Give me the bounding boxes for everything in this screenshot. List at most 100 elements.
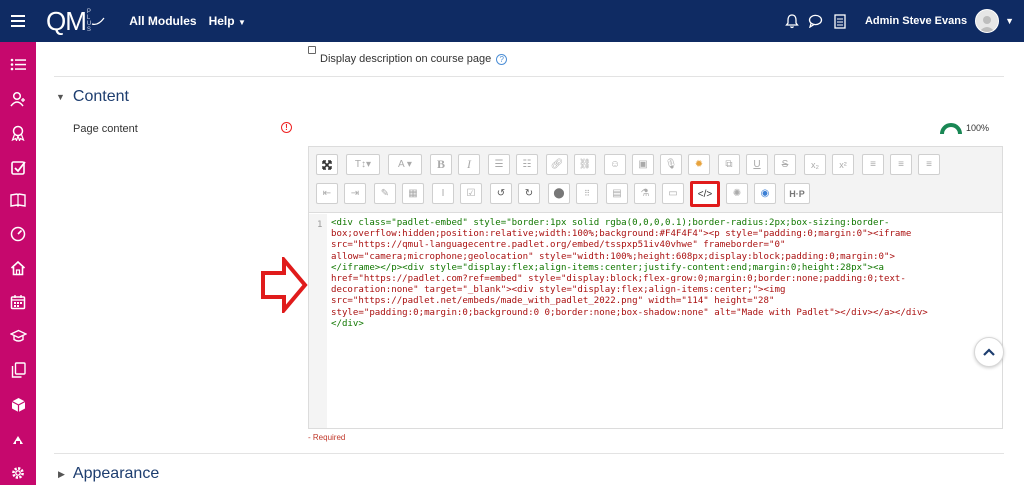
align-center-button[interactable]: ≡ <box>890 154 912 175</box>
paragraph-style-button[interactable]: T↕▾ <box>346 154 380 175</box>
numbered-list-button[interactable]: ☷ <box>516 154 538 175</box>
calculator-button[interactable]: ▤ <box>606 183 628 204</box>
user-name[interactable]: Admin Steve Evans <box>865 15 967 27</box>
bullet-list-button[interactable]: ☰ <box>488 154 510 175</box>
equation-button[interactable]: ✎ <box>374 183 396 204</box>
sidebar-item-list[interactable] <box>6 52 30 76</box>
code-text[interactable]: <div class="padlet-embed" style="border:… <box>331 218 987 330</box>
braille-icon: ⠿ <box>584 189 590 198</box>
html-editor: T↕▾ A ▾ B I ☰ ☷ 🔗︎ ⛓︎ ☺ ▣ 🎙︎ ✹ ⧉ U S x₂ … <box>308 146 1003 429</box>
underline-button[interactable]: U <box>746 154 768 175</box>
sidebar-item-collapse[interactable] <box>6 428 30 452</box>
checklist-button[interactable]: ☑ <box>460 183 482 204</box>
table-button[interactable]: ▦ <box>402 183 424 204</box>
line-number-gutter <box>309 214 327 428</box>
h5p-button[interactable]: ✺ <box>726 183 748 204</box>
redo-button[interactable]: ↻ <box>518 183 540 204</box>
subscript-button[interactable]: x₂ <box>804 154 826 175</box>
align-left-icon: ≡ <box>870 159 876 170</box>
section-header-appearance[interactable]: ▶ Appearance <box>58 465 159 483</box>
outdent-button[interactable]: ⇤ <box>316 183 338 204</box>
sidebar-item-calendar[interactable] <box>6 290 30 314</box>
sidebar-item-settings[interactable] <box>6 461 30 485</box>
sidebar-item-content-bank[interactable] <box>6 358 30 382</box>
accessibility-checker-button[interactable]: ⬤ <box>548 183 570 204</box>
drawer-button[interactable] <box>829 10 851 32</box>
section-title-appearance: Appearance <box>72 465 160 482</box>
font-color-icon: A ▾ <box>398 159 412 170</box>
code-editor-area[interactable]: 1 <div class="padlet-embed" style="borde… <box>309 214 1002 428</box>
bold-icon: B <box>436 157 445 171</box>
subscript-icon: x₂ <box>811 159 819 170</box>
align-center-icon: ≡ <box>898 159 904 170</box>
messages-button[interactable] <box>805 10 827 32</box>
strikethrough-button[interactable]: S <box>774 154 796 175</box>
h5p-embed-button[interactable]: ✹ <box>688 154 710 175</box>
accessibility-icon: ⬤ <box>553 188 565 199</box>
chemistry-button[interactable]: ⚗ <box>634 183 656 204</box>
media-button[interactable]: ▭ <box>662 183 684 204</box>
emoji-button[interactable]: ☺ <box>604 154 626 175</box>
manage-files-button[interactable]: ⧉ <box>718 154 740 175</box>
record-audio-button[interactable]: 🎙︎ <box>660 154 682 175</box>
fullscreen-button[interactable] <box>316 154 338 175</box>
left-sidebar <box>0 42 36 485</box>
image-button[interactable]: ▣ <box>632 154 654 175</box>
screenreader-helper-button[interactable]: ⠿ <box>576 183 598 204</box>
table-icon: ▦ <box>408 188 418 199</box>
h5p-logo-icon: H·P <box>789 188 805 199</box>
user-menu-chevron-down-icon[interactable]: ▼ <box>1005 16 1014 26</box>
content-progress-indicator: 100% <box>939 121 989 135</box>
avatar[interactable] <box>975 9 1000 33</box>
display-description-label: Display description on course page? <box>320 53 508 65</box>
superscript-button[interactable]: x² <box>832 154 854 175</box>
clear-formatting-button[interactable]: I <box>432 183 454 204</box>
nav-help[interactable]: Help ▼ <box>209 14 246 28</box>
progress-arc-icon <box>940 123 962 135</box>
paragraph-style-icon: T↕▾ <box>354 159 372 170</box>
undo-icon: ↺ <box>496 188 506 199</box>
home-icon <box>10 260 26 276</box>
microphone-icon: 🎙︎ <box>664 159 678 170</box>
line-number: 1 <box>317 220 323 230</box>
sidebar-item-home[interactable] <box>6 256 30 280</box>
sidebar-item-courses[interactable] <box>6 324 30 348</box>
sidebar-item-grades[interactable] <box>6 188 30 212</box>
html-source-button[interactable]: </> <box>690 181 720 207</box>
align-right-button[interactable]: ≡ <box>918 154 940 175</box>
expand-icon <box>322 159 332 170</box>
strikethrough-icon: S <box>781 159 789 170</box>
italic-icon: I <box>467 157 471 171</box>
help-icon[interactable]: ? <box>496 53 508 65</box>
sidebar-item-badges[interactable] <box>6 121 30 145</box>
indent-icon: ⇥ <box>350 188 360 199</box>
align-left-button[interactable]: ≡ <box>862 154 884 175</box>
cube-icon <box>11 398 25 412</box>
record-video-button[interactable]: ◉ <box>754 183 776 204</box>
bold-button[interactable]: B <box>430 154 452 175</box>
font-color-button[interactable]: A ▾ <box>388 154 422 175</box>
code-line: src="https://qmul-languagecentre.padlet.… <box>331 240 786 251</box>
menu-toggle-button[interactable] <box>0 0 36 42</box>
sidebar-item-dashboard[interactable] <box>6 222 30 246</box>
back-to-top-button[interactable] <box>974 337 1004 367</box>
undo-button[interactable]: ↺ <box>490 183 512 204</box>
site-logo[interactable]: QM PLUS <box>46 6 105 37</box>
link-button[interactable]: 🔗︎ <box>546 154 568 175</box>
sidebar-item-participants[interactable] <box>6 87 30 111</box>
unlink-button[interactable]: ⛓︎ <box>574 154 596 175</box>
nav-all-modules[interactable]: All Modules <box>129 14 196 28</box>
sidebar-item-competencies[interactable] <box>6 155 30 179</box>
code-line: box;overflow:hidden;position:relative;wi… <box>331 229 912 240</box>
italic-button[interactable]: I <box>458 154 480 175</box>
section-header-content[interactable]: ▼ Content <box>56 88 129 106</box>
indent-button[interactable]: ⇥ <box>344 183 366 204</box>
sidebar-item-activities[interactable] <box>6 393 30 417</box>
chevron-down-icon: ▼ <box>237 18 246 27</box>
display-description-checkbox[interactable] <box>308 46 316 54</box>
pencil-icon: ✎ <box>380 188 390 199</box>
h5p-logo-button[interactable]: H·P <box>784 183 810 204</box>
puzzle-icon: ✹ <box>694 159 704 170</box>
notifications-button[interactable] <box>781 10 803 32</box>
dashboard-icon <box>10 226 26 242</box>
